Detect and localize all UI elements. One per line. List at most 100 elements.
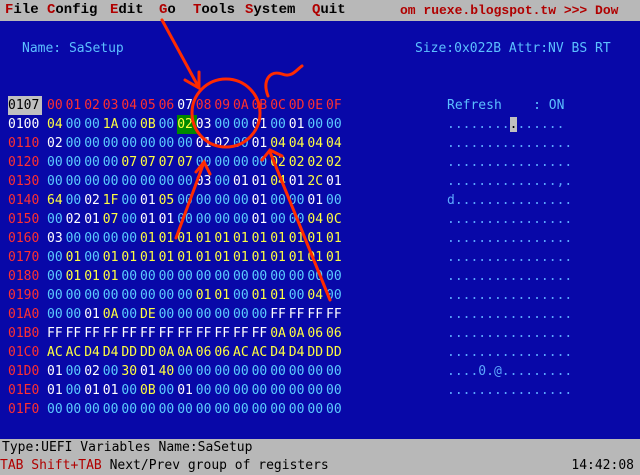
hex-byte[interactable]: 00: [140, 172, 160, 191]
hex-byte[interactable]: 01: [326, 172, 346, 191]
hex-byte[interactable]: 07: [177, 153, 197, 172]
hex-byte[interactable]: 00: [233, 191, 253, 210]
hex-byte[interactable]: 01: [326, 229, 346, 248]
hex-byte[interactable]: 00: [66, 400, 86, 419]
hex-byte[interactable]: 00: [103, 134, 123, 153]
hex-byte[interactable]: 00: [289, 267, 309, 286]
hex-byte[interactable]: 01: [66, 267, 86, 286]
hex-byte[interactable]: 03: [196, 172, 216, 191]
hex-byte[interactable]: 01: [84, 210, 104, 229]
hex-byte[interactable]: 00: [233, 286, 253, 305]
hex-byte[interactable]: FF: [233, 324, 253, 343]
hex-byte[interactable]: 00: [307, 267, 327, 286]
hex-byte[interactable]: 00: [233, 210, 253, 229]
hex-byte[interactable]: 01: [233, 229, 253, 248]
hex-byte[interactable]: 00: [326, 115, 346, 134]
hex-byte[interactable]: 00: [84, 229, 104, 248]
hex-byte[interactable]: 00: [270, 191, 290, 210]
hex-byte[interactable]: 04: [307, 134, 327, 153]
hex-byte[interactable]: 06: [196, 343, 216, 362]
hex-byte[interactable]: 00: [47, 305, 67, 324]
hex-byte[interactable]: 01: [307, 248, 327, 267]
hex-byte[interactable]: FF: [177, 324, 197, 343]
hex-byte[interactable]: 00: [307, 400, 327, 419]
hex-byte[interactable]: 00: [103, 229, 123, 248]
hex-byte[interactable]: 0A: [159, 343, 179, 362]
hex-byte[interactable]: 01: [84, 267, 104, 286]
hex-byte[interactable]: 00: [84, 286, 104, 305]
hex-byte[interactable]: 00: [159, 286, 179, 305]
hex-byte[interactable]: 04: [326, 134, 346, 153]
hex-byte[interactable]: 07: [103, 210, 123, 229]
hex-byte[interactable]: 00: [233, 267, 253, 286]
hex-byte[interactable]: 04: [270, 172, 290, 191]
hex-byte[interactable]: 00: [196, 362, 216, 381]
hex-byte[interactable]: 00: [103, 400, 123, 419]
menu-quit[interactable]: Quit: [312, 0, 346, 21]
hex-byte[interactable]: 00: [47, 286, 67, 305]
hex-byte[interactable]: DD: [326, 343, 346, 362]
hex-byte[interactable]: FF: [214, 324, 234, 343]
hex-byte[interactable]: 00: [177, 267, 197, 286]
hex-byte[interactable]: 00: [66, 134, 86, 153]
hex-byte[interactable]: 02: [270, 153, 290, 172]
hex-byte[interactable]: 00: [252, 381, 272, 400]
hex-byte[interactable]: 00: [121, 191, 141, 210]
hex-byte[interactable]: FF: [159, 324, 179, 343]
hex-byte[interactable]: 00: [289, 400, 309, 419]
hex-byte[interactable]: 01: [214, 286, 234, 305]
hex-byte[interactable]: 00: [326, 381, 346, 400]
hex-byte[interactable]: 00: [159, 172, 179, 191]
hex-byte[interactable]: 00: [214, 400, 234, 419]
hex-byte[interactable]: 00: [326, 191, 346, 210]
hex-byte[interactable]: 00: [121, 210, 141, 229]
hex-byte[interactable]: 01: [159, 229, 179, 248]
hex-byte[interactable]: 01: [177, 229, 197, 248]
hex-byte[interactable]: 07: [140, 153, 160, 172]
hex-byte[interactable]: 00: [196, 381, 216, 400]
hex-byte[interactable]: 03: [196, 115, 216, 134]
hex-byte[interactable]: 00: [289, 362, 309, 381]
menu-file[interactable]: File: [5, 0, 39, 21]
hex-byte[interactable]: FF: [103, 324, 123, 343]
hex-byte[interactable]: 00: [159, 381, 179, 400]
hex-byte[interactable]: 00: [177, 305, 197, 324]
hex-byte[interactable]: 00: [140, 134, 160, 153]
hex-byte[interactable]: 02: [66, 210, 86, 229]
hex-byte[interactable]: 00: [66, 286, 86, 305]
hex-byte[interactable]: 64: [47, 191, 67, 210]
hex-byte[interactable]: 01: [84, 305, 104, 324]
hex-byte[interactable]: 2C: [307, 172, 327, 191]
hex-byte[interactable]: FF: [47, 324, 67, 343]
hex-byte[interactable]: 03: [47, 229, 67, 248]
hex-byte[interactable]: 01: [289, 229, 309, 248]
hex-byte[interactable]: 04: [307, 210, 327, 229]
hex-byte[interactable]: 00: [214, 362, 234, 381]
hex-byte[interactable]: 00: [270, 381, 290, 400]
hex-byte[interactable]: 30: [121, 362, 141, 381]
hex-byte[interactable]: 00: [307, 115, 327, 134]
hex-byte[interactable]: 00: [177, 191, 197, 210]
hex-byte[interactable]: 00: [307, 362, 327, 381]
hex-byte[interactable]: 00: [233, 134, 253, 153]
hex-byte[interactable]: 01: [140, 362, 160, 381]
hex-byte[interactable]: FF: [121, 324, 141, 343]
hex-byte[interactable]: 01: [177, 248, 197, 267]
hex-byte[interactable]: 00: [121, 229, 141, 248]
hex-byte[interactable]: 00: [196, 267, 216, 286]
hex-byte[interactable]: 02: [289, 153, 309, 172]
hex-byte[interactable]: 00: [214, 305, 234, 324]
hex-byte[interactable]: FF: [270, 305, 290, 324]
hex-byte[interactable]: 01: [103, 267, 123, 286]
hex-byte[interactable]: 00: [326, 267, 346, 286]
hex-byte[interactable]: 00: [47, 267, 67, 286]
hex-byte[interactable]: 02: [84, 362, 104, 381]
hex-byte[interactable]: FF: [307, 305, 327, 324]
hex-byte[interactable]: 06: [307, 324, 327, 343]
hex-byte[interactable]: 01: [140, 229, 160, 248]
hex-byte[interactable]: 00: [289, 191, 309, 210]
hex-byte[interactable]: 00: [270, 362, 290, 381]
hex-byte[interactable]: AC: [47, 343, 67, 362]
hex-byte[interactable]: 00: [159, 267, 179, 286]
hex-byte[interactable]: 00: [177, 286, 197, 305]
